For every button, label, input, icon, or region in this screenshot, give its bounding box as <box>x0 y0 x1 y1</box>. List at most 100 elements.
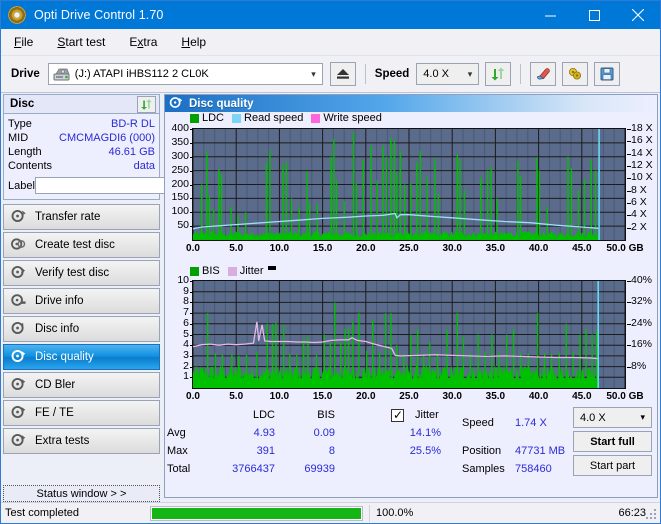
y2-tick-label: 4 X <box>631 208 647 221</box>
maximize-icon[interactable] <box>572 1 616 29</box>
y-tick-mark <box>190 156 193 158</box>
stats-bis-total: 69939 <box>304 463 335 475</box>
jitter-label: Jitter <box>415 409 439 421</box>
menu-file[interactable]: File <box>11 33 36 51</box>
x-tick-label: 10.0 <box>269 391 290 402</box>
status-bar: Test completed 100.0% 66:23 <box>1 502 660 523</box>
y-tick-mark <box>190 313 193 315</box>
erase-button[interactable] <box>530 62 557 86</box>
menu-start-test[interactable]: Start test <box>54 33 108 51</box>
x-tick-label: 15.0 <box>312 391 333 402</box>
disc-refresh-button[interactable] <box>137 95 156 113</box>
y-tick-mark <box>190 366 193 368</box>
close-icon[interactable] <box>616 1 660 29</box>
legend-swatch <box>190 266 199 276</box>
sidebar-item-fe-te[interactable]: FE / TE <box>3 400 160 426</box>
y-tick-mark <box>190 334 193 336</box>
x-tick-label: 5.0 <box>229 391 244 402</box>
disc-verify-icon <box>11 265 26 282</box>
y2-tick-label: 14 X <box>631 146 653 159</box>
y-tick-mark <box>190 302 193 304</box>
legend-label: Read speed <box>244 112 304 124</box>
disc-quality-icon <box>11 349 26 366</box>
chevron-down-icon: ▾ <box>640 412 645 422</box>
sidebar-item-label: FE / TE <box>35 407 74 419</box>
ldc-chart: LDC Read speed Write speed 400 350 300 250 200… <box>165 112 657 260</box>
stats-bis-max: 8 <box>328 445 335 457</box>
tools-button[interactable] <box>562 62 589 86</box>
save-button[interactable] <box>594 62 621 86</box>
test-speed-select[interactable]: 4.0 X ▾ <box>573 407 652 428</box>
y2-tick-label: 12 X <box>631 159 653 171</box>
chevron-down-icon: ▾ <box>311 68 316 79</box>
stats-row-avg-label: Avg <box>167 427 186 439</box>
cd-bler-icon <box>11 377 26 394</box>
stats-bis-avg: 0.09 <box>313 427 335 439</box>
sidebar-item-label: Drive info <box>35 295 84 307</box>
sidebar-item-cd-bler[interactable]: CD Bler <box>3 372 160 398</box>
stats-position-label: Position <box>462 445 502 457</box>
sidebar-item-disc-info[interactable]: Disc info <box>3 316 160 342</box>
x-tick-label: 35.0 <box>485 243 506 254</box>
legend-marker <box>267 266 276 270</box>
stats-ldc-max: 391 <box>256 445 275 457</box>
y-tick-mark <box>190 142 193 144</box>
disc-panel: Disc Type BD-R DL MID CMCMAGDI6 (000) Le… <box>3 94 237 200</box>
y2-tick-mark <box>627 345 631 347</box>
disc-row-type: Type BD-R DL <box>8 117 155 131</box>
status-window-button[interactable]: Status window > > <box>3 485 160 502</box>
refresh-button[interactable] <box>485 62 512 86</box>
y2-tick-label: 16 X <box>631 134 653 147</box>
sidebar-item-verify-test-disc[interactable]: Verify test disc <box>3 260 160 286</box>
speed-label: Speed <box>374 68 410 80</box>
drive-info-icon <box>11 293 26 310</box>
disc-row-value: data <box>133 160 155 172</box>
sidebar-item-label: Create test disc <box>35 239 115 251</box>
bis-jitter-chart-ticks: 10 9 8 7 6 5 4 3 2 1 40% 32% 24% 16% 8% 0.0 5.0 10.0 15.0 2… <box>165 265 657 407</box>
x-tick-label: 10.0 <box>269 243 290 254</box>
sidebar-item-drive-info[interactable]: Drive info <box>3 288 160 314</box>
menu-extra[interactable]: Extra <box>126 33 160 51</box>
app-disc-icon <box>8 6 26 24</box>
drive-select[interactable]: (J:) ATAPI iHBS112 2 CL0K ▾ <box>47 63 323 85</box>
resize-grip[interactable] <box>646 509 658 521</box>
y2-tick-mark <box>627 203 631 204</box>
stats-header-ldc: LDC <box>252 409 275 421</box>
minimize-icon[interactable] <box>528 1 572 29</box>
window-title: Opti Drive Control 1.70 <box>34 8 164 22</box>
stats-samples-label: Samples <box>462 463 505 475</box>
start-full-button[interactable]: Start full <box>573 431 652 452</box>
disc-row-mid: MID CMCMAGDI6 (000) <box>8 131 155 145</box>
sidebar-item-create-test-disc[interactable]: Create test disc <box>3 232 160 258</box>
y2-tick-mark <box>627 178 631 180</box>
sidebar-item-extra-tests[interactable]: Extra tests <box>3 428 160 454</box>
stats-speed-value: 1.74 X <box>515 417 547 429</box>
x-tick-label: 20.0 <box>356 243 376 254</box>
y-tick-label: 250 <box>171 163 189 176</box>
legend-swatch <box>232 113 242 123</box>
status-message: Test completed <box>5 507 79 519</box>
y2-tick-mark <box>627 323 631 325</box>
disc-row-key: MID <box>8 132 29 144</box>
sidebar-item-label: CD Bler <box>35 379 76 391</box>
stats-position-value: 47731 MB <box>515 445 566 457</box>
start-part-button[interactable]: Start part <box>573 455 652 476</box>
y-tick-label: 300 <box>171 149 189 162</box>
fe-te-icon <box>11 405 26 422</box>
legend-label: BIS <box>202 265 220 277</box>
y2-tick-label: 16% <box>631 338 653 351</box>
x-tick-label: 0.0 <box>186 391 200 402</box>
disc-create-icon <box>11 237 26 254</box>
speed-select[interactable]: 4.0 X ▾ <box>416 63 480 85</box>
sidebar-item-label: Disc info <box>35 323 80 335</box>
ldc-chart-legend: LDC Read speed Write speed <box>190 112 390 124</box>
jitter-checkbox[interactable] <box>391 408 404 422</box>
y-tick-mark <box>190 281 193 282</box>
eject-button[interactable] <box>329 62 356 86</box>
y2-tick-mark <box>627 366 631 368</box>
y2-tick-label: 10 X <box>631 171 653 184</box>
menu-help[interactable]: Help <box>178 33 209 51</box>
sidebar-item-disc-quality[interactable]: Disc quality <box>3 344 160 370</box>
sidebar-item-transfer-rate[interactable]: Transfer rate <box>3 204 160 230</box>
x-tick-label: 50.0 GB <box>606 391 644 402</box>
